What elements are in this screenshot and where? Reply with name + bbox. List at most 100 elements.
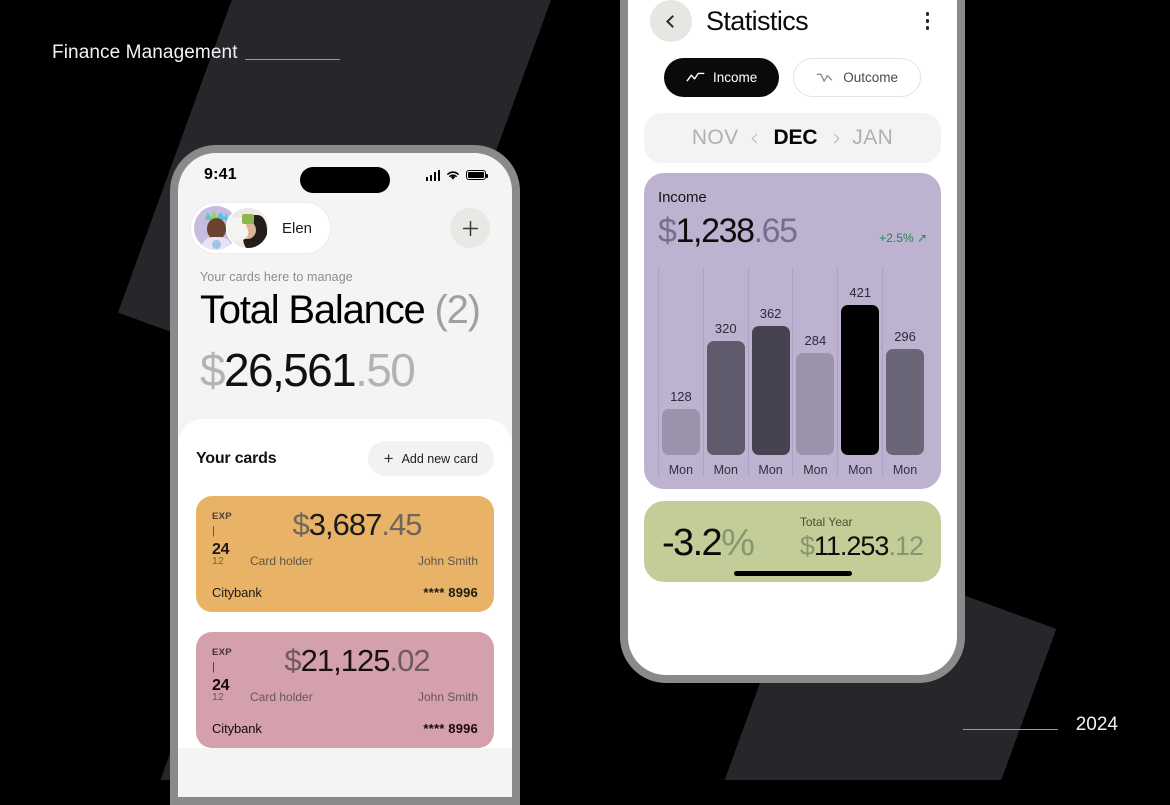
- chart-bar-value: 421: [849, 285, 872, 300]
- bank-card[interactable]: EXP | 24 $21,125.02 12 Card holder John …: [196, 632, 494, 748]
- stats-phone-screen: Statistics Income Outcome NOV DEC JAN In…: [628, 0, 957, 675]
- card-amount: $3,687.45: [250, 507, 478, 543]
- card-exp-divider: |: [212, 524, 216, 537]
- chart-bar-label: Mon: [848, 463, 873, 477]
- chart-bar-column[interactable]: 128 Mon: [658, 267, 703, 477]
- balance-amount: $26,561.50: [200, 343, 490, 397]
- chart-bar-column[interactable]: 320 Mon: [702, 267, 748, 477]
- balance-section: Your cards here to manage Total Balance …: [178, 254, 512, 397]
- balance-whole: 26,561: [223, 344, 357, 396]
- chart-bar-value: 284: [804, 333, 827, 348]
- chart-bar[interactable]: [886, 349, 925, 455]
- income-panel: Income $1,238.65 +2.5% ↗ 128 Mon 320 Mon 362…: [644, 173, 941, 489]
- chart-bar[interactable]: [706, 341, 745, 455]
- month-next[interactable]: JAN: [852, 126, 893, 150]
- card-top-row: EXP | 24 $3,687.45: [212, 507, 478, 560]
- plus-icon: [462, 220, 478, 236]
- status-bar: 9:41: [178, 153, 512, 197]
- chart-bar-label: Mon: [803, 463, 828, 477]
- card-exp-label: EXP: [212, 511, 232, 522]
- card-holder-name: John Smith: [417, 690, 478, 705]
- chart-bar-value: 320: [714, 321, 737, 336]
- card-holder-label: Card holder: [250, 690, 313, 705]
- home-indicator[interactable]: [733, 571, 852, 576]
- title-rule: [245, 59, 340, 60]
- month-prev[interactable]: NOV: [692, 126, 739, 150]
- bank-card[interactable]: EXP | 24 $3,687.45 12 Card holder John S…: [196, 496, 494, 612]
- user-name: Elen: [282, 219, 313, 237]
- income-delta-badge: +2.5% ↗: [879, 231, 927, 245]
- cellular-bars-icon: [425, 169, 440, 181]
- stats-phone-frame: Statistics Income Outcome NOV DEC JAN In…: [620, 0, 965, 683]
- trend-down-icon: [816, 73, 833, 82]
- avatar-photo: [226, 206, 270, 250]
- tab-income-label: Income: [712, 70, 758, 85]
- chart-bar-value: 362: [759, 306, 782, 321]
- chart-bar[interactable]: [796, 353, 835, 455]
- plus-icon: +: [383, 449, 394, 468]
- balance-title: Total Balance (2): [200, 288, 490, 333]
- income-amount: $1,238.65: [658, 212, 798, 251]
- card-exp-divider: |: [212, 660, 216, 673]
- card-currency: $: [284, 643, 301, 678]
- chart-bar-column[interactable]: 284 Mon: [792, 267, 837, 477]
- chevron-right-icon[interactable]: [829, 133, 840, 143]
- back-button[interactable]: [650, 0, 692, 42]
- chart-bar-value: 128: [670, 389, 692, 404]
- card-holder-label: Card holder: [250, 554, 313, 569]
- card-holder-name: John Smith: [417, 554, 478, 569]
- chevron-left-icon: [666, 14, 679, 28]
- total-currency: $: [799, 531, 815, 561]
- total-year-panel: -3.2% Total Year $11.253.12: [644, 501, 941, 582]
- page-title: Finance Management: [52, 42, 238, 63]
- stats-header: Statistics: [628, 0, 957, 42]
- chart-bar-label: Mon: [713, 463, 738, 477]
- card-amount-whole: 21,125: [300, 643, 391, 678]
- chart-bar[interactable]: [751, 326, 790, 455]
- tab-outcome[interactable]: Outcome: [793, 58, 922, 97]
- wallet-phone-frame: 9:41 Elen Your cards here to manage Tota…: [170, 145, 520, 805]
- card-exp-month: 12: [212, 555, 224, 568]
- chart-bar-label: Mon: [668, 463, 694, 477]
- card-expiry: EXP | 24: [212, 645, 250, 696]
- card-bottom-row: Citybank **** 8996: [212, 585, 478, 600]
- cards-header: Your cards + Add new card: [196, 441, 494, 476]
- total-cents: .12: [888, 531, 924, 561]
- chart-bar-column[interactable]: 362 Mon: [747, 267, 793, 477]
- user-row: Elen: [178, 197, 512, 254]
- tab-income[interactable]: Income: [663, 58, 780, 97]
- card-expiry: EXP | 24: [212, 509, 250, 560]
- chevron-left-icon[interactable]: [751, 133, 761, 143]
- chart-bar[interactable]: [841, 305, 880, 455]
- card-amount: $21,125.02: [250, 643, 478, 679]
- chart-bar-column[interactable]: 296 Mon: [882, 267, 927, 477]
- income-bar-chart: 128 Mon 320 Mon 362 Mon 284 Mon 421 Mon 296 Mon: [658, 267, 927, 477]
- card-holder-row: 12 Card holder John Smith: [212, 554, 478, 568]
- status-icons: [425, 169, 489, 181]
- chart-bar-column[interactable]: 421 Mon: [837, 267, 882, 477]
- month-current: DEC: [773, 126, 818, 149]
- page-heading: Statistics: [706, 5, 809, 36]
- income-cents: .65: [753, 212, 798, 250]
- cards-sheet: Your cards + Add new card EXP | 24 $3,68…: [178, 419, 512, 748]
- card-amount-cents: .02: [389, 643, 430, 678]
- user-profile-pill[interactable]: Elen: [190, 202, 332, 254]
- chart-bar[interactable]: [661, 409, 700, 455]
- percent-value: -3.2: [662, 522, 723, 564]
- income-currency: $: [658, 212, 677, 250]
- card-currency: $: [292, 507, 310, 542]
- percent-symbol: %: [721, 522, 755, 564]
- year-label: 2024: [1075, 714, 1118, 735]
- income-label: Income: [658, 189, 707, 206]
- kebab-menu-icon[interactable]: [920, 6, 936, 36]
- add-new-card-button[interactable]: + Add new card: [367, 441, 494, 476]
- tab-outcome-label: Outcome: [843, 70, 899, 85]
- balance-card-count: (2): [434, 288, 481, 332]
- card-amount-whole: 3,687: [308, 507, 383, 542]
- percent-change: -3.2%: [662, 522, 755, 564]
- card-holder-row: 12 Card holder John Smith: [212, 690, 478, 704]
- wifi-icon: [447, 171, 459, 180]
- chart-bar-label: Mon: [758, 463, 783, 477]
- battery-icon: [466, 169, 489, 181]
- add-button[interactable]: [450, 208, 490, 248]
